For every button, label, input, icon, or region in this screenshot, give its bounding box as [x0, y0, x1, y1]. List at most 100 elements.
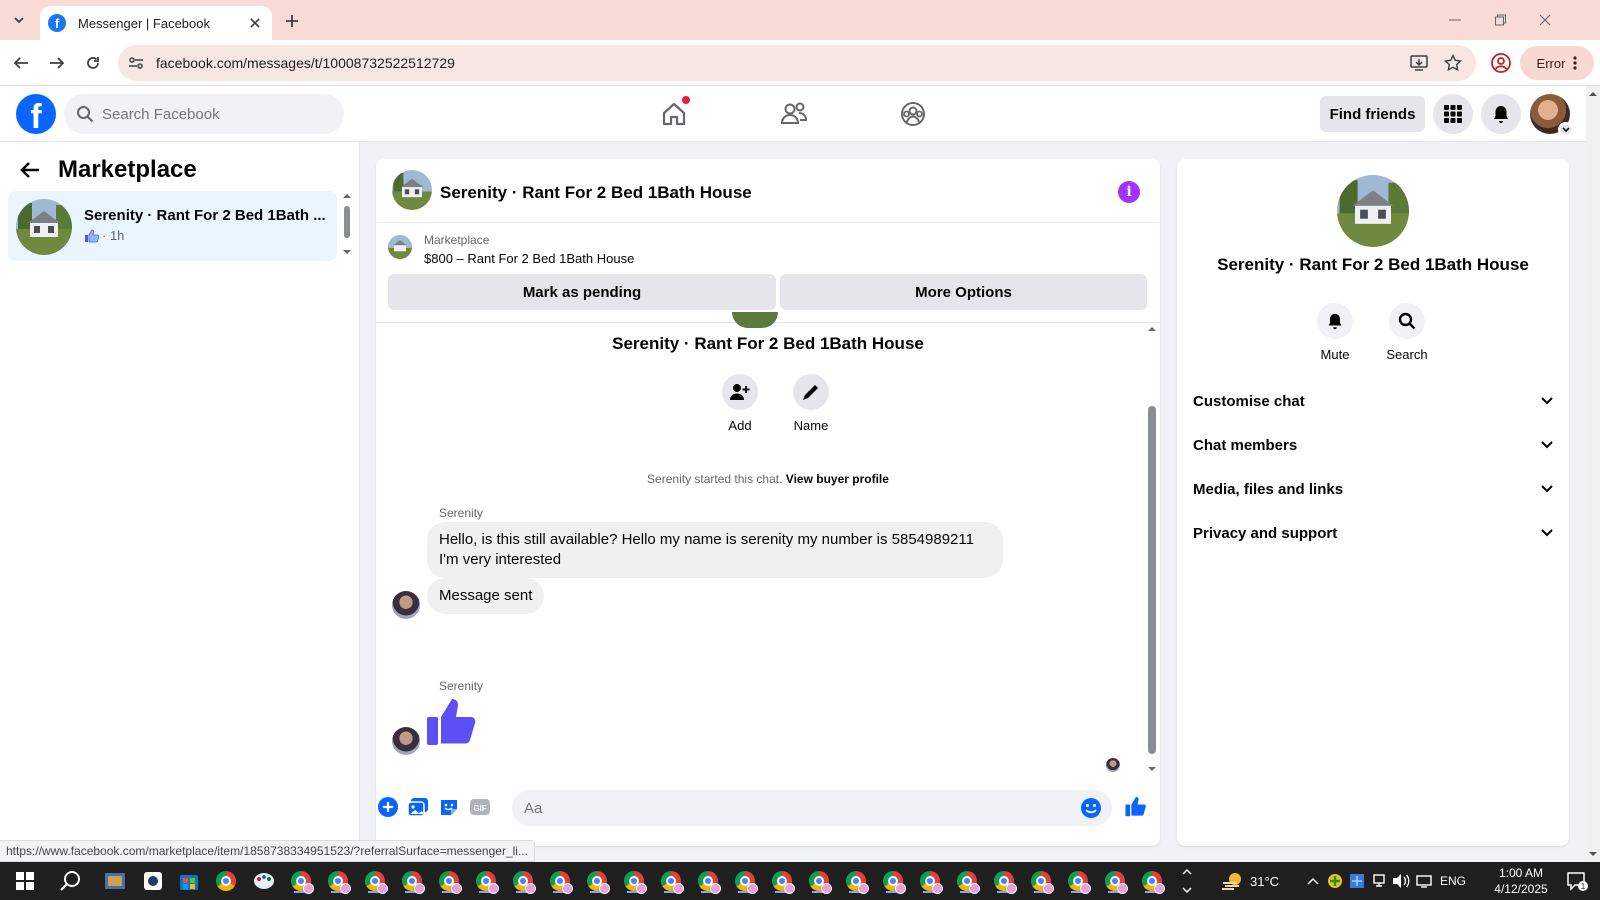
chrome-window-icon[interactable]: [473, 868, 499, 894]
task-view-icon[interactable]: [102, 868, 128, 894]
notifications-button[interactable]: [1481, 94, 1521, 134]
media-files-links-row[interactable]: Media, files and links: [1193, 469, 1553, 509]
new-tab-button[interactable]: [280, 9, 304, 33]
install-app-icon[interactable]: [1408, 52, 1430, 74]
chrome-window-icon[interactable]: [769, 868, 795, 894]
chrome-window-icon[interactable]: [621, 868, 647, 894]
message-bubble[interactable]: Message sent: [427, 578, 545, 614]
listing-thumbnail[interactable]: [388, 235, 412, 259]
reload-icon[interactable]: [82, 52, 104, 74]
address-bar[interactable]: facebook.com/messages/t/1000873252251272…: [118, 45, 1476, 81]
chrome-window-icon[interactable]: [917, 868, 943, 894]
search-in-chat-button[interactable]: Search: [1377, 303, 1437, 362]
close-window-icon[interactable]: [1535, 10, 1555, 30]
friends-nav-button[interactable]: [774, 96, 814, 132]
chrome-window-icon[interactable]: [1028, 868, 1054, 894]
more-options-button[interactable]: More Options: [780, 274, 1147, 310]
windows-start-icon[interactable]: [12, 868, 38, 894]
facebook-logo-icon[interactable]: f: [16, 94, 56, 134]
list-scrollbar[interactable]: [342, 192, 352, 256]
facebook-search-input[interactable]: [102, 105, 322, 123]
site-info-icon[interactable]: [124, 51, 148, 75]
chrome-window-icon[interactable]: [732, 868, 758, 894]
profile-error-chip[interactable]: Error: [1520, 46, 1594, 80]
chrome-window-icon[interactable]: [362, 868, 388, 894]
sticker-icon[interactable]: [437, 795, 461, 819]
chrome-window-icon[interactable]: [547, 868, 573, 894]
listing-price-title[interactable]: $800 – Rant For 2 Bed 1Bath House: [424, 251, 634, 266]
weather-temperature[interactable]: 31°C: [1250, 874, 1279, 889]
menu-grid-button[interactable]: [1433, 94, 1473, 134]
chrome-window-icon[interactable]: [436, 868, 462, 894]
store-icon[interactable]: [176, 868, 202, 894]
chrome-window-icon[interactable]: [325, 868, 351, 894]
chat-photo[interactable]: [1337, 175, 1409, 247]
find-friends-button[interactable]: Find friends: [1320, 96, 1425, 132]
add-member-button[interactable]: Add: [710, 374, 770, 433]
plus-circle-icon[interactable]: [376, 795, 400, 819]
facebook-search[interactable]: [64, 94, 344, 134]
volume-icon[interactable]: [1388, 868, 1414, 894]
clock-date[interactable]: 4/12/2025: [1485, 882, 1557, 896]
chrome-window-icon[interactable]: [288, 868, 314, 894]
view-buyer-profile-link[interactable]: View buyer profile: [786, 472, 889, 486]
chrome-window-icon[interactable]: [658, 868, 684, 894]
mark-as-pending-button[interactable]: Mark as pending: [388, 274, 776, 310]
app-icon[interactable]: [140, 868, 166, 894]
chrome-window-icon[interactable]: [399, 868, 425, 894]
notification-center-icon[interactable]: 1: [1562, 868, 1592, 894]
home-nav-button[interactable]: [654, 96, 694, 132]
thumbs-up-send-icon[interactable]: [1124, 795, 1148, 819]
minimize-window-icon[interactable]: [1445, 10, 1465, 30]
privacy-support-row[interactable]: Privacy and support: [1193, 513, 1553, 553]
gaming-nav-button[interactable]: [893, 96, 933, 132]
customise-chat-row[interactable]: Customise chat: [1193, 381, 1553, 421]
emoji-icon[interactable]: [1080, 797, 1102, 819]
conversation-item[interactable]: Serenity · Rant For 2 Bed 1Bath ... · 1h: [8, 191, 337, 261]
gif-icon[interactable]: GIF: [468, 795, 492, 819]
language-indicator[interactable]: ENG: [1440, 874, 1466, 888]
back-arrow-icon[interactable]: [20, 161, 40, 179]
taskbar-scroll-arrows[interactable]: [1180, 868, 1194, 894]
chrome-window-icon[interactable]: [695, 868, 721, 894]
profile-icon[interactable]: [1490, 52, 1512, 74]
taskbar-search-icon[interactable]: [58, 868, 84, 894]
chrome-window-icon[interactable]: [806, 868, 832, 894]
page-scrollbar[interactable]: [1586, 86, 1600, 862]
close-tab-icon[interactable]: [246, 14, 264, 32]
thread-scrollbar[interactable]: [1146, 324, 1158, 774]
message-input[interactable]: [524, 799, 1080, 817]
message-input-box[interactable]: [512, 790, 1112, 826]
house-thumbnail[interactable]: [392, 170, 432, 210]
sender-avatar[interactable]: [392, 727, 420, 755]
chrome-window-icon[interactable]: [584, 868, 610, 894]
image-icon[interactable]: [406, 795, 430, 819]
chrome-window-icon[interactable]: [1065, 868, 1091, 894]
clock-time[interactable]: 1:00 AM: [1491, 866, 1551, 880]
chrome-window-icon[interactable]: [843, 868, 869, 894]
forward-arrow-icon[interactable]: [46, 52, 68, 74]
weather-icon[interactable]: [1220, 868, 1246, 894]
bookmark-star-icon[interactable]: [1442, 52, 1464, 74]
message-bubble[interactable]: Hello, is this still available? Hello my…: [427, 522, 1003, 578]
thumbs-up-sticker[interactable]: [426, 697, 478, 749]
chrome-window-icon[interactable]: [880, 868, 906, 894]
url-text[interactable]: facebook.com/messages/t/1000873252251272…: [156, 55, 1408, 71]
chrome-window-icon[interactable]: [510, 868, 536, 894]
sender-avatar[interactable]: [392, 591, 420, 619]
tab-search-button[interactable]: [6, 8, 32, 32]
browser-tab-messenger[interactable]: f Messenger | Facebook: [40, 6, 272, 40]
chat-title[interactable]: Serenity · Rant For 2 Bed 1Bath House: [440, 183, 752, 203]
paint-icon[interactable]: [251, 868, 277, 894]
info-icon[interactable]: i: [1118, 181, 1140, 203]
mute-button[interactable]: Mute: [1305, 303, 1365, 362]
rename-button[interactable]: Name: [781, 374, 841, 433]
account-avatar[interactable]: [1530, 94, 1573, 137]
back-arrow-icon[interactable]: [10, 52, 32, 74]
restore-window-icon[interactable]: [1490, 10, 1510, 30]
chrome-window-icon[interactable]: [954, 868, 980, 894]
chrome-window-icon[interactable]: [1139, 868, 1165, 894]
network-icon[interactable]: [1412, 868, 1438, 894]
chrome-icon[interactable]: [213, 868, 239, 894]
chrome-window-icon[interactable]: [1102, 868, 1128, 894]
